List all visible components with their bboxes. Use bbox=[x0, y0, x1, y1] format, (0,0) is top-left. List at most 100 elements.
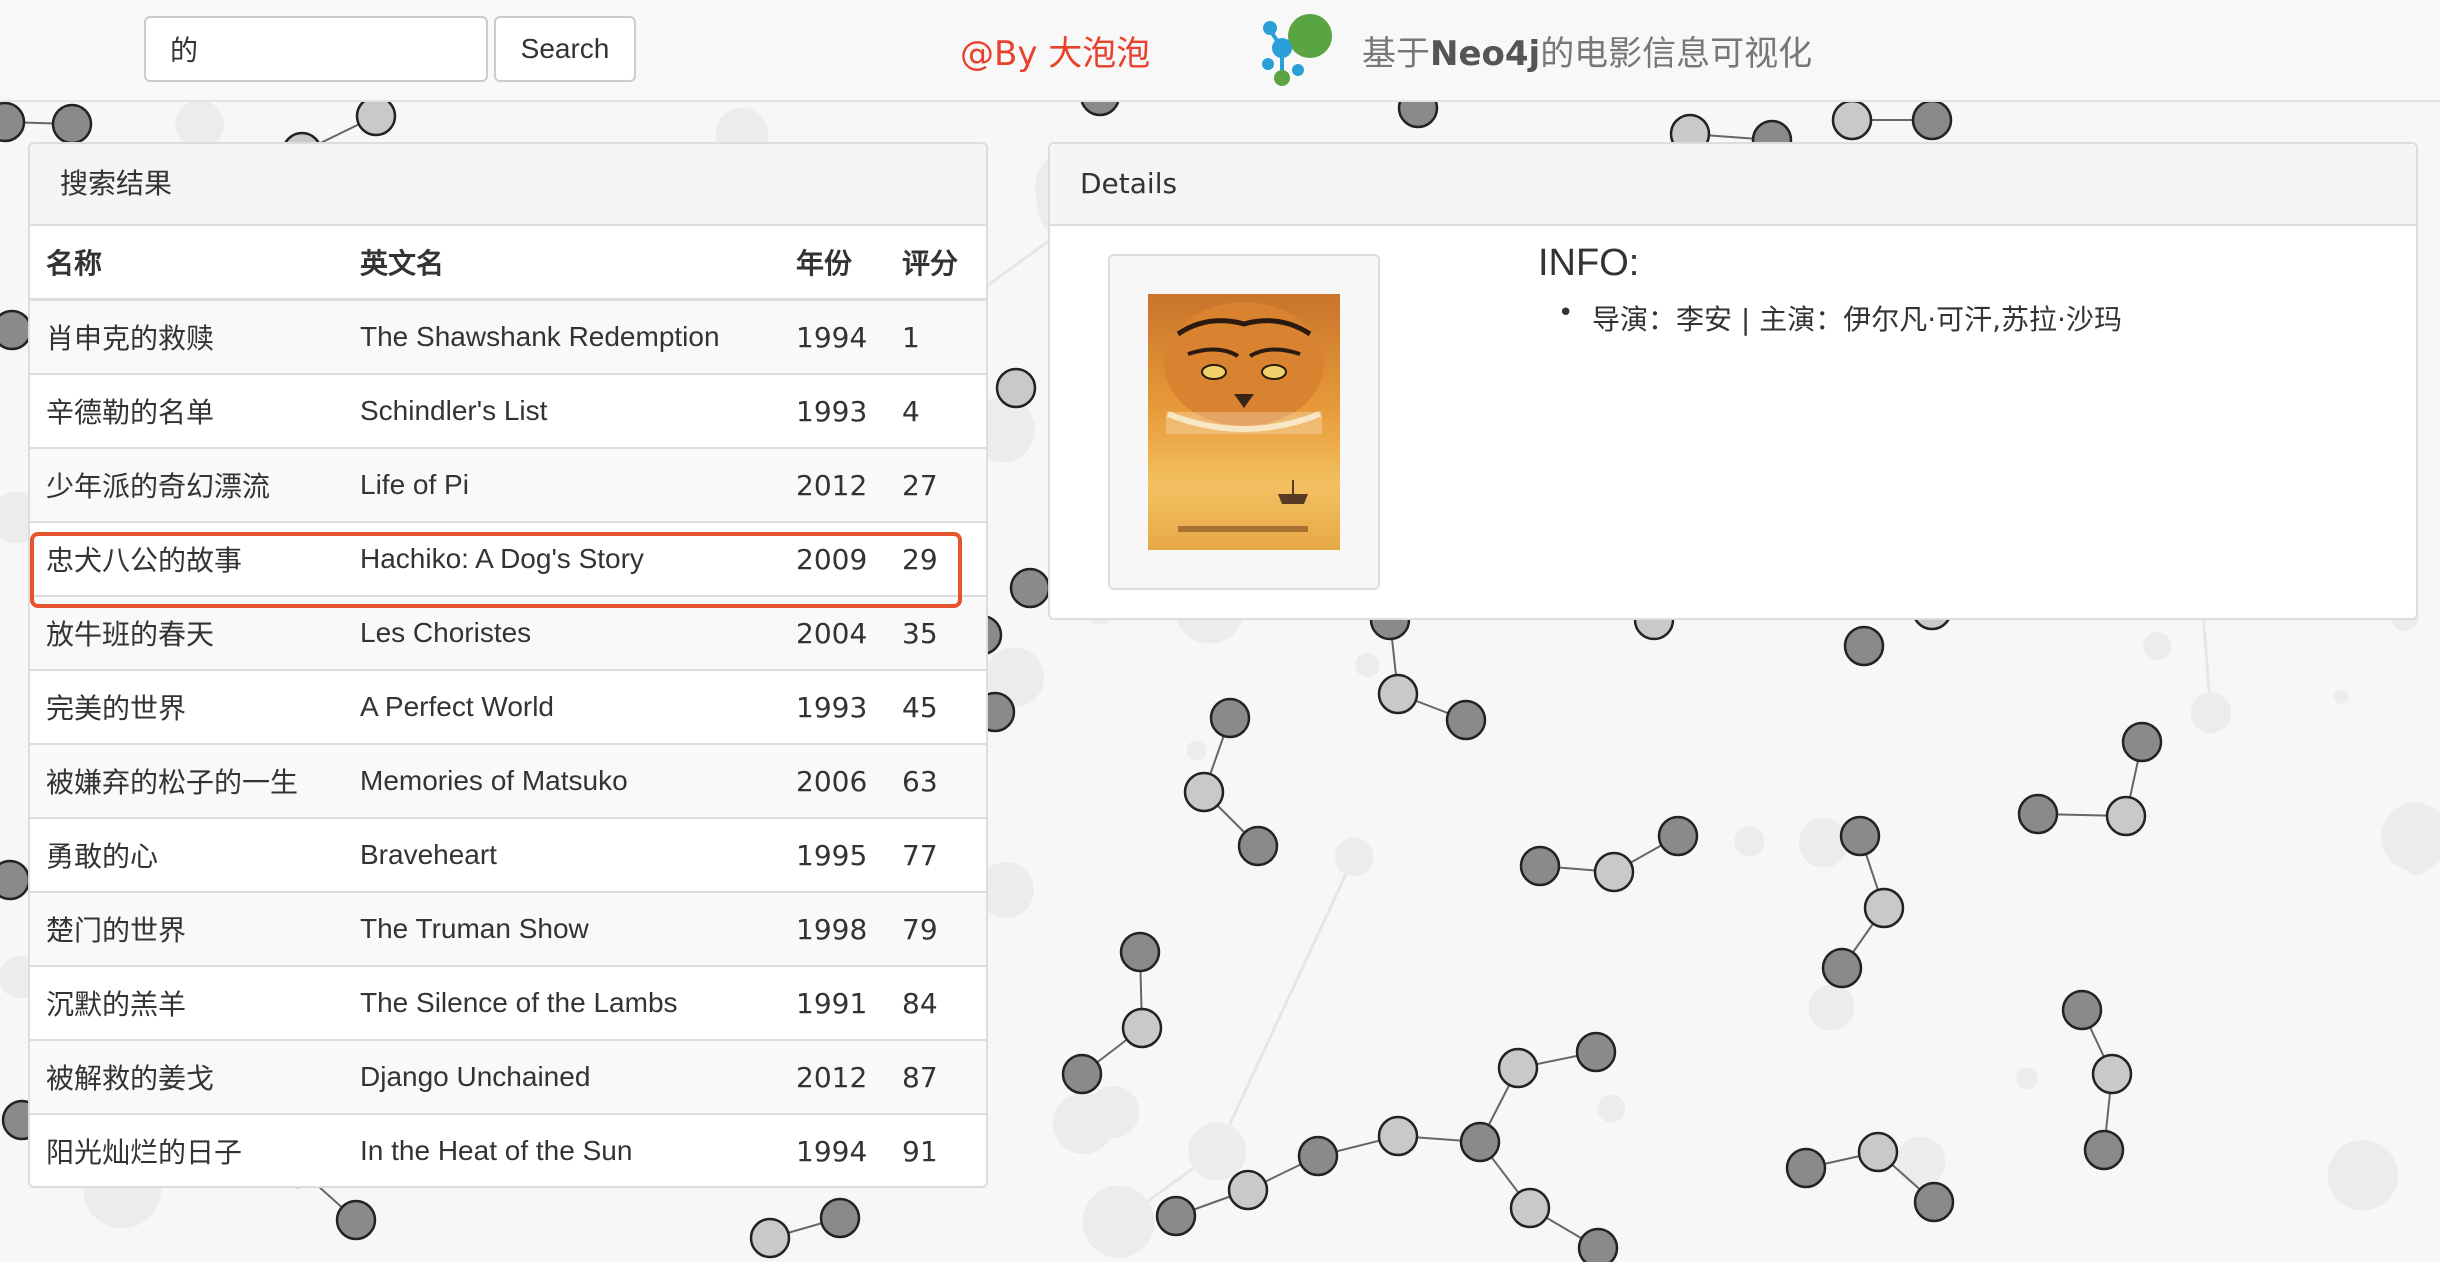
graph-node[interactable] bbox=[355, 95, 397, 137]
row-rating-cell: 29 bbox=[886, 521, 986, 596]
neo4j-logo-icon bbox=[1262, 14, 1332, 86]
graph-node[interactable] bbox=[2061, 989, 2103, 1031]
graph-node[interactable] bbox=[1911, 99, 1953, 141]
graph-node[interactable] bbox=[1657, 815, 1699, 857]
graph-node[interactable] bbox=[1843, 625, 1885, 667]
row-rating-cell: 79 bbox=[886, 891, 986, 966]
info-title: INFO: bbox=[1538, 242, 1640, 284]
graph-node[interactable] bbox=[819, 1197, 861, 1239]
graph-node[interactable] bbox=[1377, 673, 1419, 715]
column-rating-header: 评分 bbox=[886, 226, 986, 301]
graph-node[interactable] bbox=[1577, 1227, 1619, 1262]
table-row[interactable]: 辛德勒的名单 Schindler's List 1993 4 bbox=[30, 373, 986, 448]
row-name-cell: 勇敢的心 bbox=[30, 817, 344, 892]
navbar: Search @By 大泡泡 基于Neo4j的电影信息可视化 bbox=[0, 0, 2440, 102]
row-rating-cell: 27 bbox=[886, 447, 986, 522]
graph-node[interactable] bbox=[2083, 1129, 2125, 1171]
graph-node[interactable] bbox=[1821, 947, 1863, 989]
graph-node[interactable] bbox=[749, 1217, 791, 1259]
row-english-name-cell: Life of Pi bbox=[344, 447, 780, 522]
graph-node[interactable] bbox=[1785, 1147, 1827, 1189]
graph-node[interactable] bbox=[995, 367, 1037, 409]
graph-node[interactable] bbox=[1831, 99, 1873, 141]
row-name-cell: 阳光灿烂的日子 bbox=[30, 1113, 344, 1187]
row-rating-cell: 77 bbox=[886, 817, 986, 892]
row-year-cell: 2004 bbox=[780, 595, 886, 670]
table-row[interactable]: 沉默的羔羊 The Silence of the Lambs 1991 84 bbox=[30, 965, 986, 1040]
graph-node[interactable] bbox=[1863, 887, 1905, 929]
table-header-row: 名称 英文名 年份 评分 bbox=[30, 226, 986, 301]
graph-node[interactable] bbox=[1575, 1031, 1617, 1073]
row-rating-cell: 4 bbox=[886, 373, 986, 448]
graph-node[interactable] bbox=[51, 103, 93, 145]
graph-node[interactable] bbox=[1237, 825, 1279, 867]
graph-node[interactable] bbox=[1227, 1169, 1269, 1211]
results-table: 名称 英文名 年份 评分 肖申克的救赎 The Shawshank Redempt… bbox=[30, 226, 986, 1187]
graph-node[interactable] bbox=[2121, 721, 2163, 763]
graph-node[interactable] bbox=[0, 101, 26, 143]
table-row[interactable]: 完美的世界 A Perfect World 1993 45 bbox=[30, 669, 986, 744]
graph-node[interactable] bbox=[335, 1199, 377, 1241]
graph-node[interactable] bbox=[1593, 851, 1635, 893]
graph-node[interactable] bbox=[1459, 1121, 1501, 1163]
graph-node[interactable] bbox=[1121, 1007, 1163, 1049]
graph-node[interactable] bbox=[1061, 1053, 1103, 1095]
graph-node[interactable] bbox=[1377, 1115, 1419, 1157]
table-row[interactable]: 阳光灿烂的日子 In the Heat of the Sun 1994 91 bbox=[30, 1113, 986, 1187]
graph-node[interactable] bbox=[1839, 815, 1881, 857]
search-results-panel: 搜索结果 名称 英文名 年份 评分 肖申克的救赎 The Shawshank Re… bbox=[28, 142, 988, 1188]
table-row[interactable]: 少年派的奇幻漂流 Life of Pi 2012 27 bbox=[30, 447, 986, 522]
graph-node[interactable] bbox=[1119, 931, 1161, 973]
row-rating-cell: 91 bbox=[886, 1113, 986, 1187]
row-name-cell: 被解救的姜戈 bbox=[30, 1039, 344, 1114]
table-row[interactable]: 被解救的姜戈 Django Unchained 2012 87 bbox=[30, 1039, 986, 1114]
graph-node[interactable] bbox=[1209, 697, 1251, 739]
table-row[interactable]: 放牛班的春天 Les Choristes 2004 35 bbox=[30, 595, 986, 670]
table-row[interactable]: 勇敢的心 Braveheart 1995 77 bbox=[30, 817, 986, 892]
row-year-cell: 1991 bbox=[780, 965, 886, 1040]
table-row[interactable]: 被嫌弃的松子的一生 Memories of Matsuko 2006 63 bbox=[30, 743, 986, 818]
row-english-name-cell: A Perfect World bbox=[344, 669, 780, 744]
search-button[interactable]: Search bbox=[494, 16, 636, 82]
row-name-cell: 辛德勒的名单 bbox=[30, 373, 344, 448]
search-input[interactable] bbox=[144, 16, 488, 82]
row-rating-cell: 45 bbox=[886, 669, 986, 744]
graph-node[interactable] bbox=[0, 859, 31, 901]
row-year-cell: 1993 bbox=[780, 669, 886, 744]
graph-node[interactable] bbox=[2091, 1053, 2133, 1095]
graph-node[interactable] bbox=[1857, 1131, 1899, 1173]
row-name-cell: 放牛班的春天 bbox=[30, 595, 344, 670]
details-panel: Details INFO: 导 bbox=[1048, 142, 2418, 620]
row-year-cell: 2009 bbox=[780, 521, 886, 596]
graph-node[interactable] bbox=[2017, 793, 2059, 835]
info-item: 导演：李安 | 主演：伊尔凡·可汗,苏拉·沙玛 bbox=[1558, 298, 2122, 338]
graph-node[interactable] bbox=[1519, 845, 1561, 887]
row-english-name-cell: Les Choristes bbox=[344, 595, 780, 670]
graph-node[interactable] bbox=[1297, 1135, 1339, 1177]
table-row[interactable]: 忠犬八公的故事 Hachiko: A Dog's Story 2009 29 bbox=[30, 521, 986, 596]
graph-node[interactable] bbox=[1509, 1187, 1551, 1229]
info-list: 导演：李安 | 主演：伊尔凡·可汗,苏拉·沙玛 bbox=[1558, 298, 2122, 338]
row-year-cell: 2012 bbox=[780, 447, 886, 522]
row-rating-cell: 84 bbox=[886, 965, 986, 1040]
graph-node[interactable] bbox=[2105, 795, 2147, 837]
row-name-cell: 完美的世界 bbox=[30, 669, 344, 744]
graph-node[interactable] bbox=[1183, 771, 1225, 813]
graph-node[interactable] bbox=[1155, 1195, 1197, 1237]
graph-node[interactable] bbox=[1009, 567, 1051, 609]
table-row[interactable]: 楚门的世界 The Truman Show 1998 79 bbox=[30, 891, 986, 966]
row-year-cell: 1993 bbox=[780, 373, 886, 448]
table-row[interactable]: 肖申克的救赎 The Shawshank Redemption 1994 1 bbox=[30, 298, 986, 374]
graph-node[interactable] bbox=[1913, 1181, 1955, 1223]
row-rating-cell: 87 bbox=[886, 1039, 986, 1114]
row-year-cell: 2006 bbox=[780, 743, 886, 818]
graph-node[interactable] bbox=[1497, 1047, 1539, 1089]
details-heading: Details bbox=[1050, 144, 2416, 226]
graph-node[interactable] bbox=[1445, 699, 1487, 741]
column-year-header: 年份 bbox=[780, 226, 886, 301]
graph-node[interactable] bbox=[0, 309, 33, 351]
row-name-cell: 楚门的世界 bbox=[30, 891, 344, 966]
row-rating-cell: 1 bbox=[886, 298, 986, 374]
row-rating-cell: 63 bbox=[886, 743, 986, 818]
row-english-name-cell: In the Heat of the Sun bbox=[344, 1113, 780, 1187]
